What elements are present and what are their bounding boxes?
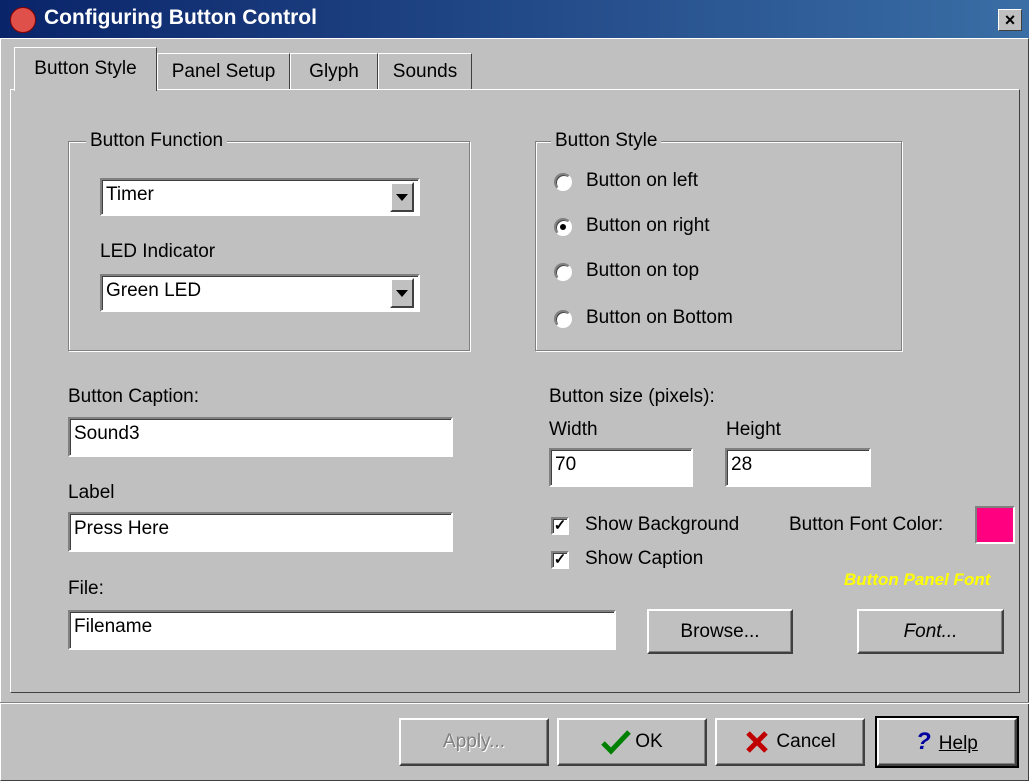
- tab-button-style[interactable]: Button Style: [14, 47, 157, 91]
- panel-font-preview: Button Panel Font: [844, 570, 991, 589]
- radio-selected-dot: [560, 224, 566, 230]
- led-indicator-value: Green LED: [106, 280, 202, 301]
- app-icon[interactable]: [10, 7, 36, 33]
- button-font-color-label: Button Font Color:: [789, 514, 944, 535]
- chevron-down-icon: [396, 290, 408, 297]
- radio-button-on-right[interactable]: [554, 218, 572, 236]
- font-button[interactable]: Font...: [857, 609, 1004, 654]
- button-function-dropdown[interactable]: [390, 182, 414, 212]
- button-function-legend: Button Function: [86, 130, 228, 152]
- cancel-button[interactable]: Cancel: [715, 718, 865, 766]
- checkmark-icon: [601, 730, 632, 755]
- label-field-label: Label: [68, 482, 115, 503]
- ok-label: OK: [635, 731, 663, 752]
- apply-button[interactable]: Apply...: [399, 718, 549, 766]
- radio-label-right[interactable]: Button on right: [586, 215, 710, 237]
- cancel-label: Cancel: [776, 731, 836, 752]
- width-input[interactable]: 70: [549, 448, 693, 487]
- browse-button[interactable]: Browse...: [647, 609, 793, 654]
- show-caption-label[interactable]: Show Caption: [585, 548, 703, 570]
- button-caption-input[interactable]: Sound3: [68, 417, 453, 457]
- radio-label-top[interactable]: Button on top: [586, 260, 699, 282]
- led-indicator-select[interactable]: Green LED: [100, 274, 420, 312]
- height-input[interactable]: 28: [725, 448, 871, 487]
- radio-button-on-left[interactable]: [554, 173, 572, 191]
- question-icon: ?: [916, 728, 931, 755]
- show-caption-checkbox[interactable]: ✓: [551, 551, 569, 569]
- checkmark-icon: ✓: [553, 551, 567, 568]
- ok-button[interactable]: OK: [557, 718, 707, 766]
- x-icon: [746, 731, 769, 753]
- tab-glyph[interactable]: Glyph: [290, 53, 378, 89]
- button-caption-label: Button Caption:: [68, 386, 199, 407]
- radio-button-on-top[interactable]: [554, 263, 572, 281]
- button-size-label: Button size (pixels):: [549, 386, 715, 407]
- close-button[interactable]: ×: [998, 9, 1022, 31]
- height-label: Height: [726, 419, 781, 440]
- radio-label-bottom[interactable]: Button on Bottom: [586, 307, 733, 329]
- font-color-swatch[interactable]: [975, 506, 1015, 544]
- button-function-value: Timer: [106, 184, 154, 205]
- help-button[interactable]: ? Help: [875, 716, 1019, 768]
- radio-label-left[interactable]: Button on left: [586, 170, 698, 192]
- show-background-label[interactable]: Show Background: [585, 514, 739, 536]
- file-input[interactable]: Filename: [68, 610, 616, 650]
- led-indicator-dropdown[interactable]: [390, 278, 414, 308]
- button-function-select[interactable]: Timer: [100, 178, 420, 216]
- width-label: Width: [549, 419, 598, 440]
- window-title: Configuring Button Control: [44, 6, 317, 29]
- show-background-checkbox[interactable]: ✓: [551, 517, 569, 535]
- footer-separator-highlight: [0, 703, 1029, 704]
- help-label: Help: [938, 733, 978, 754]
- radio-button-on-bottom[interactable]: [554, 310, 572, 328]
- led-indicator-label: LED Indicator: [100, 241, 216, 262]
- tab-panel-setup[interactable]: Panel Setup: [157, 53, 290, 89]
- chevron-down-icon: [396, 194, 408, 201]
- checkmark-icon: ✓: [553, 517, 567, 534]
- label-input[interactable]: Press Here: [68, 512, 453, 552]
- file-label: File:: [68, 578, 104, 599]
- tab-sounds[interactable]: Sounds: [378, 53, 472, 89]
- button-style-legend: Button Style: [551, 130, 662, 152]
